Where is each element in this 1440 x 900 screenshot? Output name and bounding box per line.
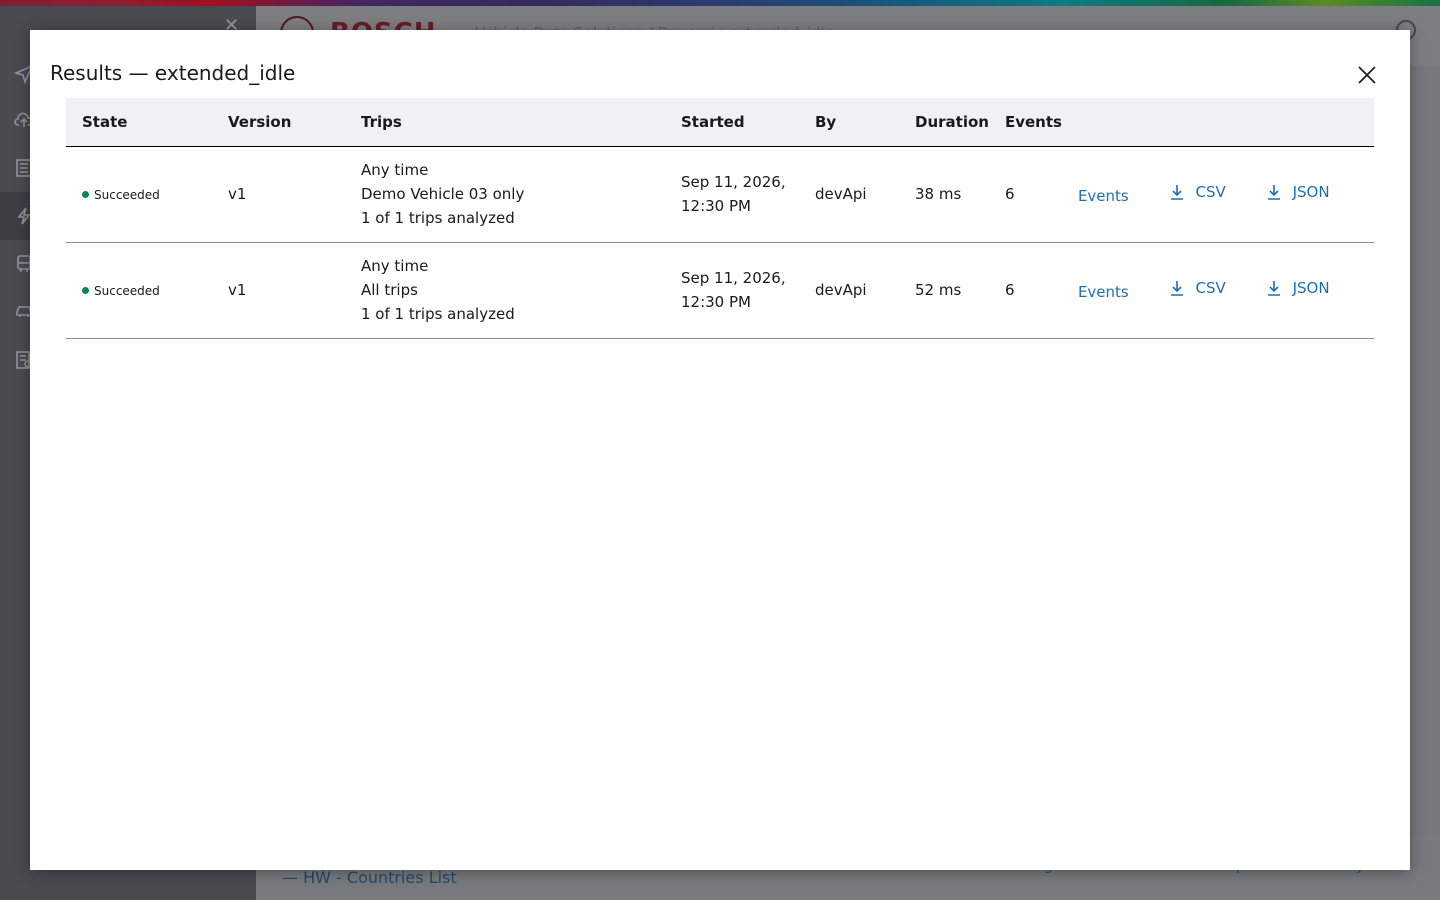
column-header-actions bbox=[1062, 98, 1374, 146]
state-cell: Succeeded bbox=[66, 146, 212, 242]
trips-analyzed-count: 1 of 1 trips analyzed bbox=[361, 209, 515, 227]
status-badge: Succeeded bbox=[82, 183, 160, 207]
download-icon bbox=[1267, 185, 1280, 200]
download-csv-button[interactable]: CSV bbox=[1168, 180, 1226, 204]
results-table: State Version Trips Started By Duration … bbox=[66, 98, 1374, 339]
download-csv-button[interactable]: CSV bbox=[1168, 276, 1226, 300]
column-header-started: Started bbox=[681, 112, 745, 131]
actions-cell: Events CSV JSON bbox=[1062, 146, 1374, 242]
started-date: Sep 11, 2026, bbox=[681, 173, 786, 191]
column-header-trips: Trips bbox=[361, 112, 402, 131]
started-time: 12:30 PM bbox=[681, 197, 751, 215]
table-row: Succeeded v1 Any time Demo Vehicle 03 on… bbox=[66, 146, 1374, 242]
column-header-version: Version bbox=[228, 112, 292, 131]
download-icon bbox=[1267, 281, 1280, 296]
column-header-state: State bbox=[82, 112, 128, 131]
table-header-row: State Version Trips Started By Duration … bbox=[66, 98, 1374, 146]
events-link[interactable]: Events bbox=[1078, 184, 1129, 208]
by-cell: devApi bbox=[815, 281, 867, 299]
version-cell: v1 bbox=[228, 281, 247, 299]
events-link[interactable]: Events bbox=[1078, 280, 1129, 304]
events-cell: 6 bbox=[1004, 185, 1015, 203]
download-icon bbox=[1170, 281, 1183, 296]
close-icon[interactable] bbox=[1356, 64, 1378, 86]
trips-time-range: Any time bbox=[361, 257, 429, 275]
trips-filter: Demo Vehicle 03 only bbox=[361, 185, 525, 203]
modal-title: Results — extended_idle bbox=[50, 61, 296, 85]
app-root: ✕ BOSCH Vehicle Data Solutions / Dynamic… bbox=[0, 0, 1440, 900]
started-cell: Sep 11, 2026, 12:30 PM bbox=[665, 242, 799, 338]
download-json-button[interactable]: JSON bbox=[1265, 180, 1330, 204]
results-modal: Results — extended_idle State Version Tr… bbox=[30, 30, 1410, 870]
started-cell: Sep 11, 2026, 12:30 PM bbox=[665, 146, 799, 242]
actions-cell: Events CSV JSON bbox=[1062, 242, 1374, 338]
column-header-events: Events bbox=[1004, 112, 1062, 131]
by-cell: devApi bbox=[815, 185, 867, 203]
state-cell: Succeeded bbox=[66, 242, 212, 338]
success-dot-icon bbox=[82, 287, 89, 295]
events-cell: 6 bbox=[1004, 281, 1015, 299]
status-badge: Succeeded bbox=[82, 279, 160, 303]
trips-analyzed-count: 1 of 1 trips analyzed bbox=[361, 305, 515, 323]
version-cell: v1 bbox=[228, 185, 247, 203]
trips-cell: Any time All trips 1 of 1 trips analyzed bbox=[345, 242, 665, 338]
success-dot-icon bbox=[82, 191, 89, 199]
duration-cell: 38 ms bbox=[915, 185, 962, 203]
download-json-button[interactable]: JSON bbox=[1265, 276, 1330, 300]
column-header-duration: Duration bbox=[915, 112, 989, 131]
trips-cell: Any time Demo Vehicle 03 only 1 of 1 tri… bbox=[345, 146, 665, 242]
started-date: Sep 11, 2026, bbox=[681, 269, 786, 287]
trips-time-range: Any time bbox=[361, 161, 429, 179]
table-row: Succeeded v1 Any time All trips 1 of 1 t… bbox=[66, 242, 1374, 338]
trips-filter: All trips bbox=[361, 281, 418, 299]
download-icon bbox=[1170, 185, 1183, 200]
duration-cell: 52 ms bbox=[915, 281, 962, 299]
started-time: 12:30 PM bbox=[681, 293, 751, 311]
column-header-by: By bbox=[815, 112, 837, 131]
